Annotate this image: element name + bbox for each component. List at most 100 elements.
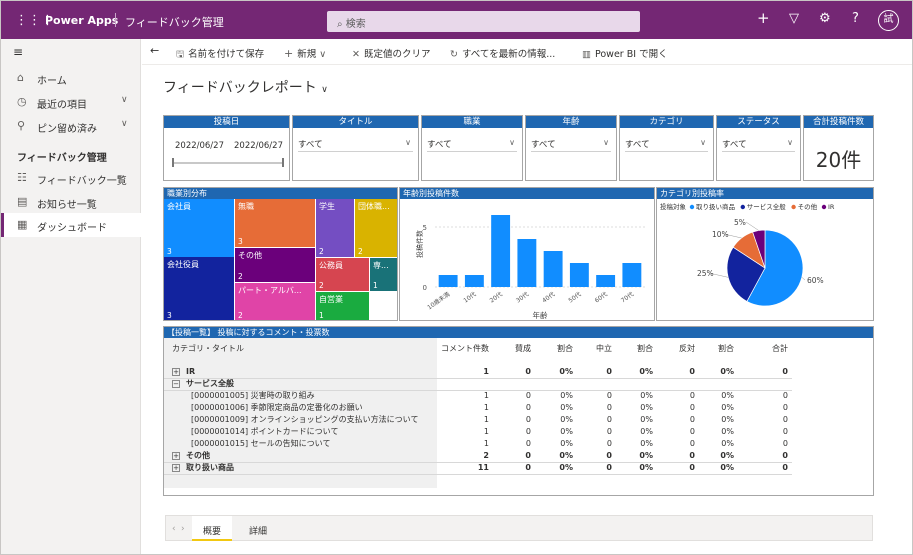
- tab-overview[interactable]: 概要: [192, 516, 233, 541]
- status-dropdown[interactable]: すべて ∨: [722, 138, 795, 152]
- column-header[interactable]: コメント件数: [441, 343, 489, 355]
- column-header[interactable]: カテゴリ・タイトル: [172, 343, 244, 355]
- treemap-tile-label: 会社員: [167, 202, 191, 211]
- occupation-filter[interactable]: 職業 すべて ∨: [421, 115, 523, 181]
- column-header[interactable]: 反対: [679, 343, 695, 355]
- column-header[interactable]: 割合: [557, 343, 573, 355]
- treemap-tile[interactable]: 会社員 3: [164, 199, 234, 257]
- table-row[interactable]: + 取り扱い商品 11 0 0% 0 0% 0 0% 0: [164, 462, 873, 474]
- clear-default-label: 既定値のクリア: [363, 49, 431, 60]
- next-page-icon[interactable]: ›: [181, 524, 185, 534]
- report-title-selector[interactable]: フィードバックレポート ∨: [163, 77, 328, 97]
- treemap-tile[interactable]: 専... 1: [370, 258, 397, 291]
- legend-item[interactable]: 取り扱い商品: [696, 202, 735, 211]
- sidebar-item-notices[interactable]: ▤ お知らせ一覧: [1, 190, 141, 214]
- table-row[interactable]: [0000001015] セールの告知について 1 0 0% 0 0% 0 0% 0: [164, 438, 873, 450]
- prev-page-icon[interactable]: ‹: [172, 524, 176, 534]
- plus-icon[interactable]: +: [757, 9, 770, 27]
- bar[interactable]: [438, 275, 458, 287]
- sidebar-item-dashboard[interactable]: ▦ ダッシュボード: [1, 213, 141, 237]
- table-cell: 0%: [640, 403, 653, 412]
- category-filter[interactable]: カテゴリ すべて ∨: [619, 115, 714, 181]
- chevron-down-icon[interactable]: ∨: [121, 95, 128, 105]
- title-dropdown[interactable]: すべて ∨: [298, 138, 413, 152]
- back-icon[interactable]: ←: [150, 44, 159, 57]
- chevron-down-icon[interactable]: ∨: [121, 119, 128, 129]
- date-from[interactable]: 2022/06/27: [175, 141, 224, 151]
- bar[interactable]: [543, 251, 563, 287]
- help-icon[interactable]: ?: [852, 11, 859, 26]
- bar[interactable]: [622, 263, 642, 287]
- treemap-tile[interactable]: 公務員 2: [316, 258, 369, 291]
- category-dropdown[interactable]: すべて ∨: [625, 138, 708, 152]
- report-page-tabs: ‹ › 概要 詳細: [165, 515, 873, 541]
- table-row[interactable]: + IR 1 0 0% 0 0% 0 0% 0: [164, 366, 873, 378]
- treemap-tile[interactable]: 学生 2: [316, 199, 354, 257]
- column-header[interactable]: 賛成: [515, 343, 531, 355]
- expand-icon[interactable]: +: [172, 452, 180, 460]
- bar[interactable]: [517, 239, 537, 287]
- avatar[interactable]: 試: [878, 10, 899, 31]
- date-filter[interactable]: 投稿日 2022/06/27 2022/06/27: [163, 115, 290, 181]
- new-button[interactable]: + 新規 ∨: [284, 46, 326, 60]
- treemap-tile[interactable]: 無職 3: [235, 199, 315, 247]
- app-name[interactable]: フィードバック管理: [125, 14, 224, 30]
- plus-icon: +: [284, 47, 294, 60]
- column-header[interactable]: 中立: [596, 343, 612, 355]
- treemap-tile[interactable]: 自営業 1: [316, 292, 369, 320]
- open-powerbi-button[interactable]: ▥ Power BI で開く: [582, 46, 668, 60]
- bar[interactable]: [596, 275, 616, 287]
- table-row[interactable]: [0000001009] オンラインショッピングの支払い方法について 1 0 0% 0 0…: [164, 414, 873, 426]
- column-header[interactable]: 割合: [637, 343, 653, 355]
- table-row[interactable]: [0000001014] ポイントカードについて 1 0 0% 0 0% 0 0% 0: [164, 426, 873, 438]
- refresh-all-button[interactable]: ↻ すべてを最新の情報...: [450, 46, 555, 60]
- table-row[interactable]: + その他 2 0 0% 0 0% 0 0% 0: [164, 450, 873, 462]
- age-dropdown[interactable]: すべて ∨: [531, 138, 611, 152]
- collapse-icon[interactable]: −: [172, 380, 180, 388]
- date-to[interactable]: 2022/06/27: [234, 141, 283, 151]
- expand-icon[interactable]: +: [172, 368, 180, 376]
- tab-detail[interactable]: 詳細: [238, 516, 278, 541]
- clear-default-button[interactable]: ✕ 既定値のクリア: [352, 46, 430, 60]
- treemap-tile[interactable]: 団体職... 2: [355, 199, 397, 257]
- y-axis-label: 投稿件数: [415, 230, 424, 258]
- hamburger-button[interactable]: ≡: [1, 39, 141, 63]
- treemap-tile[interactable]: 会社役員 3: [164, 257, 234, 320]
- sidebar-item-home[interactable]: ⌂ ホーム: [1, 66, 141, 90]
- legend-item[interactable]: IR: [828, 203, 835, 211]
- filter-icon[interactable]: ▽: [789, 11, 799, 26]
- occupation-dropdown[interactable]: すべて ∨: [427, 138, 517, 152]
- table-row[interactable]: [0000001006] 季節限定商品の定番化のお願い 1 0 0% 0 0% 0 0% 0: [164, 402, 873, 414]
- date-slider-handle[interactable]: [172, 158, 174, 167]
- table-cell: 0: [606, 427, 612, 436]
- legend-item[interactable]: その他: [798, 202, 818, 211]
- column-header[interactable]: 割合: [718, 343, 734, 355]
- expand-icon[interactable]: +: [172, 464, 180, 472]
- bar[interactable]: [464, 275, 484, 287]
- bar[interactable]: [569, 263, 589, 287]
- table-cell: 11: [477, 463, 489, 472]
- date-slider-track[interactable]: [173, 162, 283, 164]
- date-slider-handle[interactable]: [282, 158, 284, 167]
- sidebar-item-feedback-list[interactable]: ☷ フィードバック一覧: [1, 166, 141, 190]
- table-row[interactable]: [0000001005] 災害時の取り組み 1 0 0% 0 0% 0 0% 0: [164, 390, 873, 402]
- age-filter[interactable]: 年齢 すべて ∨: [525, 115, 617, 181]
- search-input[interactable]: ⌕ 検索: [327, 11, 640, 32]
- status-filter[interactable]: ステータス すべて ∨: [716, 115, 801, 181]
- sidebar-item-pinned[interactable]: ⚲ ピン留め済み ∨: [1, 114, 141, 138]
- title-filter[interactable]: タイトル すべて ∨: [292, 115, 419, 181]
- gear-icon[interactable]: ⚙: [819, 11, 831, 26]
- bar[interactable]: [491, 215, 511, 287]
- legend-item[interactable]: サービス全般: [747, 202, 787, 211]
- save-as-button[interactable]: 🖫 名前を付けて保存: [176, 46, 264, 63]
- sidebar-item-recent[interactable]: ◷ 最近の項目 ∨: [1, 90, 141, 114]
- treemap-tile-value: 3: [167, 247, 172, 256]
- treemap-tile[interactable]: パート・アルバ... 2: [235, 283, 315, 320]
- treemap-tile[interactable]: その他 2: [235, 248, 315, 282]
- treemap-area: 会社員 3 会社役員 3 無職 3 その他 2 パート・アルバ... 2 学生 2 団体職... 2 公務員…: [164, 199, 397, 320]
- column-header[interactable]: 合計: [772, 343, 788, 355]
- app-window: ⋮⋮⋮ Power Apps フィードバック管理 ⌕ 検索 + ▽ ⚙ ? 試 …: [0, 0, 913, 555]
- brand-label[interactable]: Power Apps: [45, 14, 118, 27]
- table-cell: 0%: [721, 403, 734, 412]
- table-row[interactable]: − サービス全般: [164, 378, 873, 390]
